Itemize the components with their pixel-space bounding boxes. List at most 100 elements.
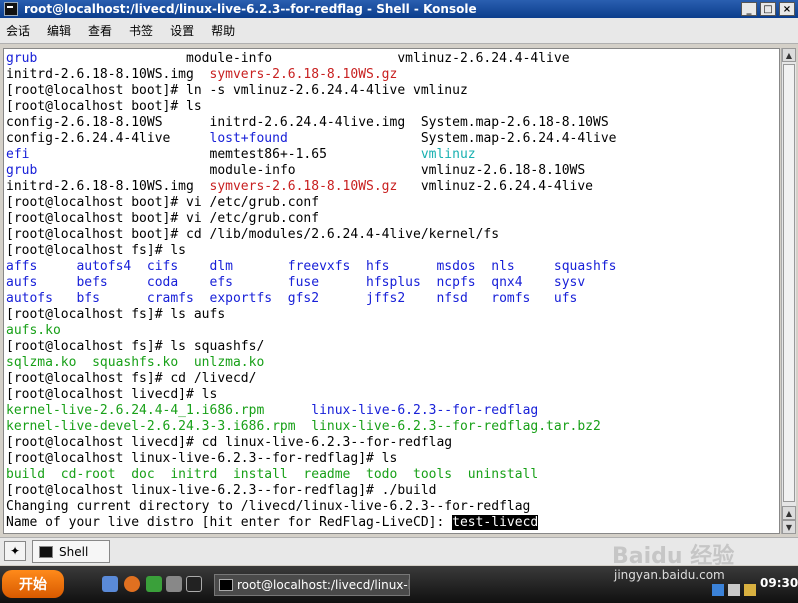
terminal-text-segment: kernel-live-2.6.24.4-4_1.i686.rpm [6, 403, 265, 418]
terminal-line: initrd-2.6.18-8.10WS.img symvers-2.6.18-… [6, 67, 397, 83]
terminal-icon [39, 545, 53, 558]
terminal-line: build cd-root doc initrd install readme … [6, 467, 538, 483]
tab-shell[interactable]: Shell [32, 540, 110, 563]
terminal-text-segment: [root@localhost boot]# ls [6, 99, 202, 114]
terminal-text-segment: autofs bfs cramfs exportfs gfs2 jffs2 nf… [6, 291, 578, 306]
terminal-text-segment: linux-live-6.2.3--for-redflag [311, 403, 539, 418]
konsole-icon [4, 2, 18, 16]
terminal-text-segment: initrd-2.6.18-8.10WS.img [6, 67, 210, 82]
terminal-text-segment: efi [6, 147, 30, 162]
scroll-down-icon[interactable]: ▼ [782, 520, 796, 534]
start-button[interactable]: 开始 [2, 570, 64, 598]
terminal-line: initrd-2.6.18-8.10WS.img symvers-2.6.18-… [6, 179, 593, 195]
menu-settings[interactable]: 设置 [164, 22, 205, 39]
terminal-text-segment: [root@localhost boot]# vi /etc/grub.conf [6, 211, 320, 226]
taskbar-window-konsole[interactable]: root@localhost:/livecd/linux-li [214, 574, 410, 596]
volume-icon[interactable] [728, 584, 740, 596]
scroll-thumb[interactable] [783, 64, 795, 502]
network-icon[interactable] [712, 584, 724, 596]
desktop-icon[interactable] [102, 576, 118, 592]
menu-session[interactable]: 会话 [0, 22, 41, 39]
terminal-line: kernel-live-devel-2.6.24.3-3.i686.rpm li… [6, 419, 601, 435]
terminal-text-segment: module-info vmlinuz-2.6.18-8.10WS [37, 163, 586, 178]
terminal-line: [root@localhost boot]# vi /etc/grub.conf [6, 211, 319, 227]
tab-label: Shell [59, 544, 89, 559]
terminal-line: sqlzma.ko squashfs.ko unlzma.ko [6, 355, 264, 371]
terminal-text-segment: [root@localhost boot]# cd /lib/modules/2… [6, 227, 500, 242]
terminal-text-segment: memtest86+-1.65 [29, 147, 421, 162]
terminal-text-segment: aufs.ko [6, 323, 61, 338]
input-method-icon[interactable] [744, 584, 756, 596]
terminal-line: affs autofs4 cifs dlm freevxfs hfs msdos… [6, 259, 616, 275]
maximize-button[interactable]: □ [760, 2, 776, 16]
terminal-text-segment: [root@localhost livecd]# cd linux-live-6… [6, 435, 453, 450]
menu-help[interactable]: 帮助 [205, 22, 246, 39]
terminal-text-segment: [root@localhost linux-live-6.2.3--for-re… [6, 451, 398, 466]
terminal-text-segment: symvers-2.6.18-8.10WS.gz [209, 179, 398, 194]
terminal-line: [root@localhost livecd]# ls [6, 387, 217, 403]
terminal-output[interactable]: grub module-info vmlinuz-2.6.24.4-4live i… [3, 48, 780, 534]
terminal-line: [root@localhost fs]# ls aufs [6, 307, 225, 323]
terminal-text-segment: lost+found [209, 131, 288, 146]
terminal-text-segment: grub [6, 51, 38, 66]
terminal-text-segment: [root@localhost boot]# ln -s vmlinuz-2.6… [6, 83, 468, 98]
firefox-icon[interactable] [124, 576, 140, 592]
scroll-up-icon[interactable]: ▲ [782, 48, 796, 62]
title-bar: root@localhost:/livecd/linux-live-6.2.3-… [0, 0, 798, 18]
terminal-line: autofs bfs cramfs exportfs gfs2 jffs2 nf… [6, 291, 577, 307]
task-label: root@localhost:/livecd/linux-li [237, 578, 410, 592]
close-button[interactable]: × [779, 2, 795, 16]
terminal-line: efi memtest86+-1.65 vmlinuz [6, 147, 476, 163]
watermark-url: jingyan.baidu.com [614, 568, 725, 582]
terminal-text-segment: module-info vmlinuz-2.6.24.4-4live [37, 51, 570, 66]
menu-bar: 会话 编辑 查看 书签 设置 帮助 [0, 18, 798, 44]
computer-icon[interactable] [166, 576, 182, 592]
terminal-line: Changing current directory to /livecd/li… [6, 499, 530, 515]
terminal-launcher-icon[interactable] [186, 576, 202, 592]
terminal-input-text: test-livecd [452, 515, 539, 530]
terminal-line: [root@localhost boot]# ln -s vmlinuz-2.6… [6, 83, 468, 99]
terminal-text-segment: affs autofs4 cifs dlm freevxfs hfs msdos… [6, 259, 617, 274]
scroll-up-lower-icon[interactable]: ▲ [782, 506, 796, 520]
menu-view[interactable]: 查看 [82, 22, 123, 39]
terminal-text-segment: [root@localhost livecd]# ls [6, 387, 218, 402]
terminal-text-segment: [root@localhost boot]# vi /etc/grub.conf [6, 195, 320, 210]
file-manager-icon[interactable] [146, 576, 162, 592]
tab-bar: ✦ Shell Baidu 经验 [0, 537, 798, 569]
terminal-text-segment: aufs befs coda efs fuse hfsplus ncpfs qn… [6, 275, 586, 290]
terminal-line: [root@localhost linux-live-6.2.3--for-re… [6, 483, 436, 499]
konsole-task-icon [219, 579, 233, 591]
terminal-line: kernel-live-2.6.24.4-4_1.i686.rpm linux-… [6, 403, 538, 419]
start-label: 开始 [19, 577, 47, 593]
menu-edit[interactable]: 编辑 [41, 22, 82, 39]
terminal-scrollbar[interactable]: ▲ ▲ ▼ [781, 48, 796, 534]
terminal-line: [root@localhost linux-live-6.2.3--for-re… [6, 451, 397, 467]
terminal-line: aufs.ko [6, 323, 61, 339]
terminal-text-segment: grub [6, 163, 38, 178]
terminal-line: [root@localhost boot]# cd /lib/modules/2… [6, 227, 499, 243]
terminal-line: grub module-info vmlinuz-2.6.18-8.10WS [6, 163, 585, 179]
terminal-text-segment: [root@localhost fs]# cd /livecd/ [6, 371, 257, 386]
terminal-text-segment: vmlinuz [420, 147, 476, 162]
clock: 09:30 [760, 576, 798, 590]
new-tab-button[interactable]: ✦ [4, 541, 26, 561]
minimize-button[interactable]: _ [741, 2, 757, 16]
terminal-line: [root@localhost fs]# cd /livecd/ [6, 371, 256, 387]
terminal-text-segment: Name of your live distro [hit enter for … [6, 515, 453, 530]
terminal-text-segment: linux-live-6.2.3--for-redflag.tar.bz2 [311, 419, 601, 434]
terminal-text-segment: config-2.6.18-8.10WS initrd-2.6.24.4-4li… [6, 115, 609, 130]
terminal-text-segment: sqlzma.ko squashfs.ko unlzma.ko [6, 355, 265, 370]
terminal-line: [root@localhost livecd]# cd linux-live-6… [6, 435, 452, 451]
terminal-text-segment: [root@localhost fs]# ls aufs [6, 307, 226, 322]
terminal-text-segment: build cd-root doc initrd install readme … [6, 467, 539, 482]
terminal-text-segment: config-2.6.24.4-4live [6, 131, 210, 146]
terminal-line: aufs befs coda efs fuse hfsplus ncpfs qn… [6, 275, 585, 291]
terminal-line: [root@localhost fs]# ls squashfs/ [6, 339, 264, 355]
menu-bookmarks[interactable]: 书签 [123, 22, 164, 39]
terminal-line: grub module-info vmlinuz-2.6.24.4-4live [6, 51, 570, 67]
terminal-text-segment: System.map-2.6.24.4-4live [287, 131, 617, 146]
terminal-line: Name of your live distro [hit enter for … [6, 515, 539, 531]
terminal-line: [root@localhost fs]# ls [6, 243, 186, 259]
